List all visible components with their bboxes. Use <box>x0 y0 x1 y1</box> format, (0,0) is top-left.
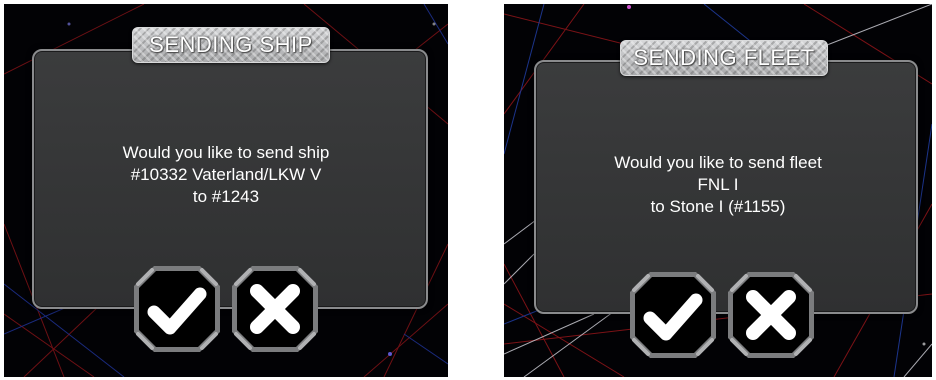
cancel-button[interactable] <box>230 264 320 354</box>
checkmark-icon <box>134 266 220 352</box>
dialog-title-plate: SENDING FLEET <box>620 40 828 76</box>
message-line-2: FNL I <box>697 175 739 194</box>
dialog-title: SENDING FLEET <box>633 45 815 70</box>
confirm-button[interactable] <box>132 264 222 354</box>
message-line-1: Would you like to send ship <box>122 143 330 162</box>
message-line-3: to #1243 <box>192 187 260 206</box>
dialog-title-plate: SENDING SHIP <box>132 27 330 63</box>
message-line-1: Would you like to send fleet <box>614 153 822 172</box>
checkmark-icon <box>630 272 716 358</box>
message-line-2: #10332 Vaterland/LKW V <box>130 165 322 184</box>
dialog-message: Would you like to send fleet FNL I to St… <box>504 152 932 218</box>
x-close-icon <box>728 272 814 358</box>
confirm-button[interactable] <box>628 270 718 360</box>
send-ship-screen: SENDING SHIP Would you like to send ship… <box>4 4 448 377</box>
dialog-message: Would you like to send ship #10332 Vater… <box>4 142 448 208</box>
x-close-icon <box>232 266 318 352</box>
cancel-button[interactable] <box>726 270 816 360</box>
dialog-title: SENDING SHIP <box>149 32 313 57</box>
send-fleet-screen: SENDING FLEET Would you like to send fle… <box>504 4 932 377</box>
message-line-3: to Stone I (#1155) <box>650 197 786 216</box>
